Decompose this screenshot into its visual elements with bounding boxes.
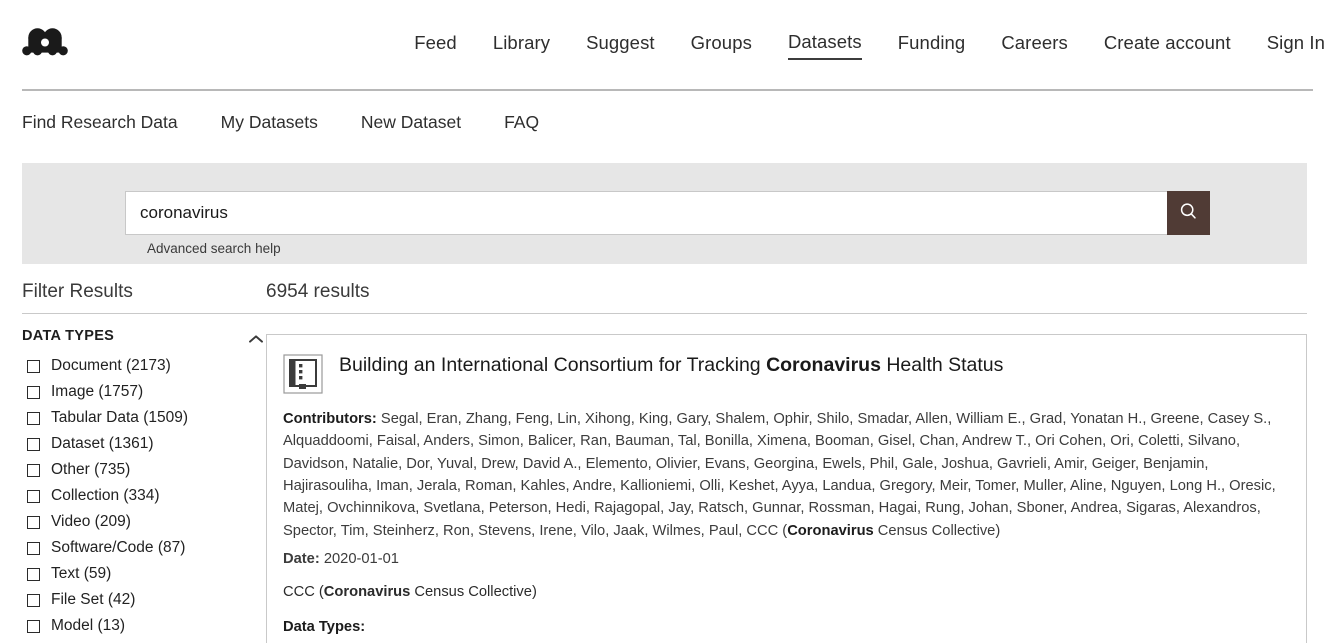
contributors-highlight: Coronavirus xyxy=(787,522,874,539)
description-prefix: CCC ( xyxy=(283,584,324,601)
checkbox-dataset[interactable] xyxy=(27,437,40,451)
nav-link-careers[interactable]: Careers xyxy=(1001,30,1068,59)
page-root: Feed Library Suggest Groups Datasets Fun… xyxy=(0,0,1335,643)
contributors-line: Contributors: Segal, Eran, Zhang, Feng, … xyxy=(283,408,1288,542)
checkbox-file-set[interactable] xyxy=(27,593,40,607)
facet-header-data-types[interactable]: DATA TYPES xyxy=(22,314,270,353)
search-button[interactable] xyxy=(1167,191,1210,235)
checkbox-software-code[interactable] xyxy=(27,541,40,555)
contributors-label: Contributors: xyxy=(283,411,377,427)
description-line: CCC (Coronavirus Census Collective) xyxy=(283,584,1288,600)
mendeley-logo-icon[interactable] xyxy=(22,27,68,63)
description-highlight: Coronavirus xyxy=(323,584,411,601)
subnav-link-new-dataset[interactable]: New Dataset xyxy=(361,112,461,133)
facet-options-data-types: Document (2173) Image (1757) Tabular Dat… xyxy=(22,353,266,639)
result-title-suffix: Health Status xyxy=(880,354,1004,376)
secondary-navigation: Find Research Data My Datasets New Datas… xyxy=(0,91,1335,153)
result-title-highlight: Coronavirus xyxy=(766,354,881,376)
result-title-prefix: Building an International Consortium for… xyxy=(339,354,767,376)
filter-sidebar: Filter Results DATA TYPES Document (2173… xyxy=(0,264,270,643)
facet-option-label: Other (735) xyxy=(51,461,131,478)
advanced-search-help-link[interactable]: Advanced search help xyxy=(147,241,281,256)
chevron-up-icon[interactable] xyxy=(248,331,264,343)
facet-option-label: Image (1757) xyxy=(51,383,144,400)
facet-option-video[interactable]: Video (209) xyxy=(22,509,266,535)
facet-option-label: Collection (334) xyxy=(51,487,160,504)
facet-option-label: Dataset (1361) xyxy=(51,435,154,452)
facet-option-dataset[interactable]: Dataset (1361) xyxy=(22,431,266,457)
search-icon xyxy=(1178,201,1199,225)
document-icon xyxy=(283,354,323,394)
facet-option-label: Software/Code (87) xyxy=(51,539,186,556)
subnav-link-my-datasets[interactable]: My Datasets xyxy=(221,112,318,133)
nav-link-datasets[interactable]: Datasets xyxy=(787,29,862,60)
checkbox-video[interactable] xyxy=(27,515,40,529)
facet-option-software-code[interactable]: Software/Code (87) xyxy=(22,535,266,561)
checkbox-document[interactable] xyxy=(27,359,40,373)
subnav-link-faq[interactable]: FAQ xyxy=(504,112,539,133)
checkbox-collection[interactable] xyxy=(27,489,40,503)
facet-option-tabular-data[interactable]: Tabular Data (1509) xyxy=(22,405,266,431)
facet-option-model[interactable]: Model (13) xyxy=(22,613,266,639)
nav-link-sign-in[interactable]: Sign In xyxy=(1267,30,1325,59)
facet-option-collection[interactable]: Collection (334) xyxy=(22,483,266,509)
checkbox-model[interactable] xyxy=(27,619,40,633)
results-count: 6954 results xyxy=(266,264,1307,314)
content-area: Filter Results DATA TYPES Document (2173… xyxy=(0,264,1335,643)
nav-link-groups[interactable]: Groups xyxy=(691,30,752,59)
nav-link-feed[interactable]: Feed xyxy=(414,30,457,59)
results-column: 6954 results Building an International C… xyxy=(266,264,1335,643)
facet-option-label: File Set (42) xyxy=(51,591,136,608)
nav-link-list: Feed Library Suggest Groups Datasets Fun… xyxy=(378,29,1325,60)
data-types-label: Data Types: xyxy=(283,619,366,636)
checkbox-image[interactable] xyxy=(27,385,40,399)
checkbox-other[interactable] xyxy=(27,463,40,477)
checkbox-tabular-data[interactable] xyxy=(27,411,40,425)
result-metadata: Contributors: Segal, Eran, Zhang, Feng, … xyxy=(283,408,1288,643)
facet-option-label: Document (2173) xyxy=(51,357,171,374)
facet-option-label: Video (209) xyxy=(51,513,131,530)
facet-option-label: Text (59) xyxy=(51,565,112,582)
date-value: 2020-01-01 xyxy=(323,551,399,568)
date-line: Date: 2020-01-01 xyxy=(283,551,1288,567)
facet-option-label: Tabular Data (1509) xyxy=(51,409,188,426)
nav-link-library[interactable]: Library xyxy=(493,30,550,59)
result-title[interactable]: Building an International Consortium for… xyxy=(339,352,1003,378)
facet-option-file-set[interactable]: File Set (42) xyxy=(22,587,266,613)
nav-link-create-account[interactable]: Create account xyxy=(1104,30,1231,59)
contributors-suffix: Census Collective) xyxy=(873,522,1001,539)
subnav-link-find-research-data[interactable]: Find Research Data xyxy=(22,112,178,133)
facet-option-other[interactable]: Other (735) xyxy=(22,457,266,483)
primary-navigation: Feed Library Suggest Groups Datasets Fun… xyxy=(22,0,1325,91)
filter-results-title: Filter Results xyxy=(22,264,270,314)
search-panel: Advanced search help xyxy=(22,163,1307,264)
search-row xyxy=(125,191,1210,235)
search-input[interactable] xyxy=(125,191,1167,235)
contributors-text: Segal, Eran, Zhang, Feng, Lin, Xihong, K… xyxy=(283,411,1276,539)
result-card[interactable]: Building an International Consortium for… xyxy=(266,334,1307,643)
nav-link-funding[interactable]: Funding xyxy=(898,30,966,59)
facet-option-document[interactable]: Document (2173) xyxy=(22,353,266,379)
facet-option-text[interactable]: Text (59) xyxy=(22,561,266,587)
checkbox-text[interactable] xyxy=(27,567,40,581)
facet-option-image[interactable]: Image (1757) xyxy=(22,379,266,405)
nav-link-suggest[interactable]: Suggest xyxy=(586,30,655,59)
result-card-header: Building an International Consortium for… xyxy=(283,352,1288,394)
facet-option-label: Model (13) xyxy=(51,617,126,634)
description-suffix: Census Collective) xyxy=(410,584,537,601)
facet-title-data-types: DATA TYPES xyxy=(22,328,115,344)
date-label: Date: xyxy=(283,551,320,568)
